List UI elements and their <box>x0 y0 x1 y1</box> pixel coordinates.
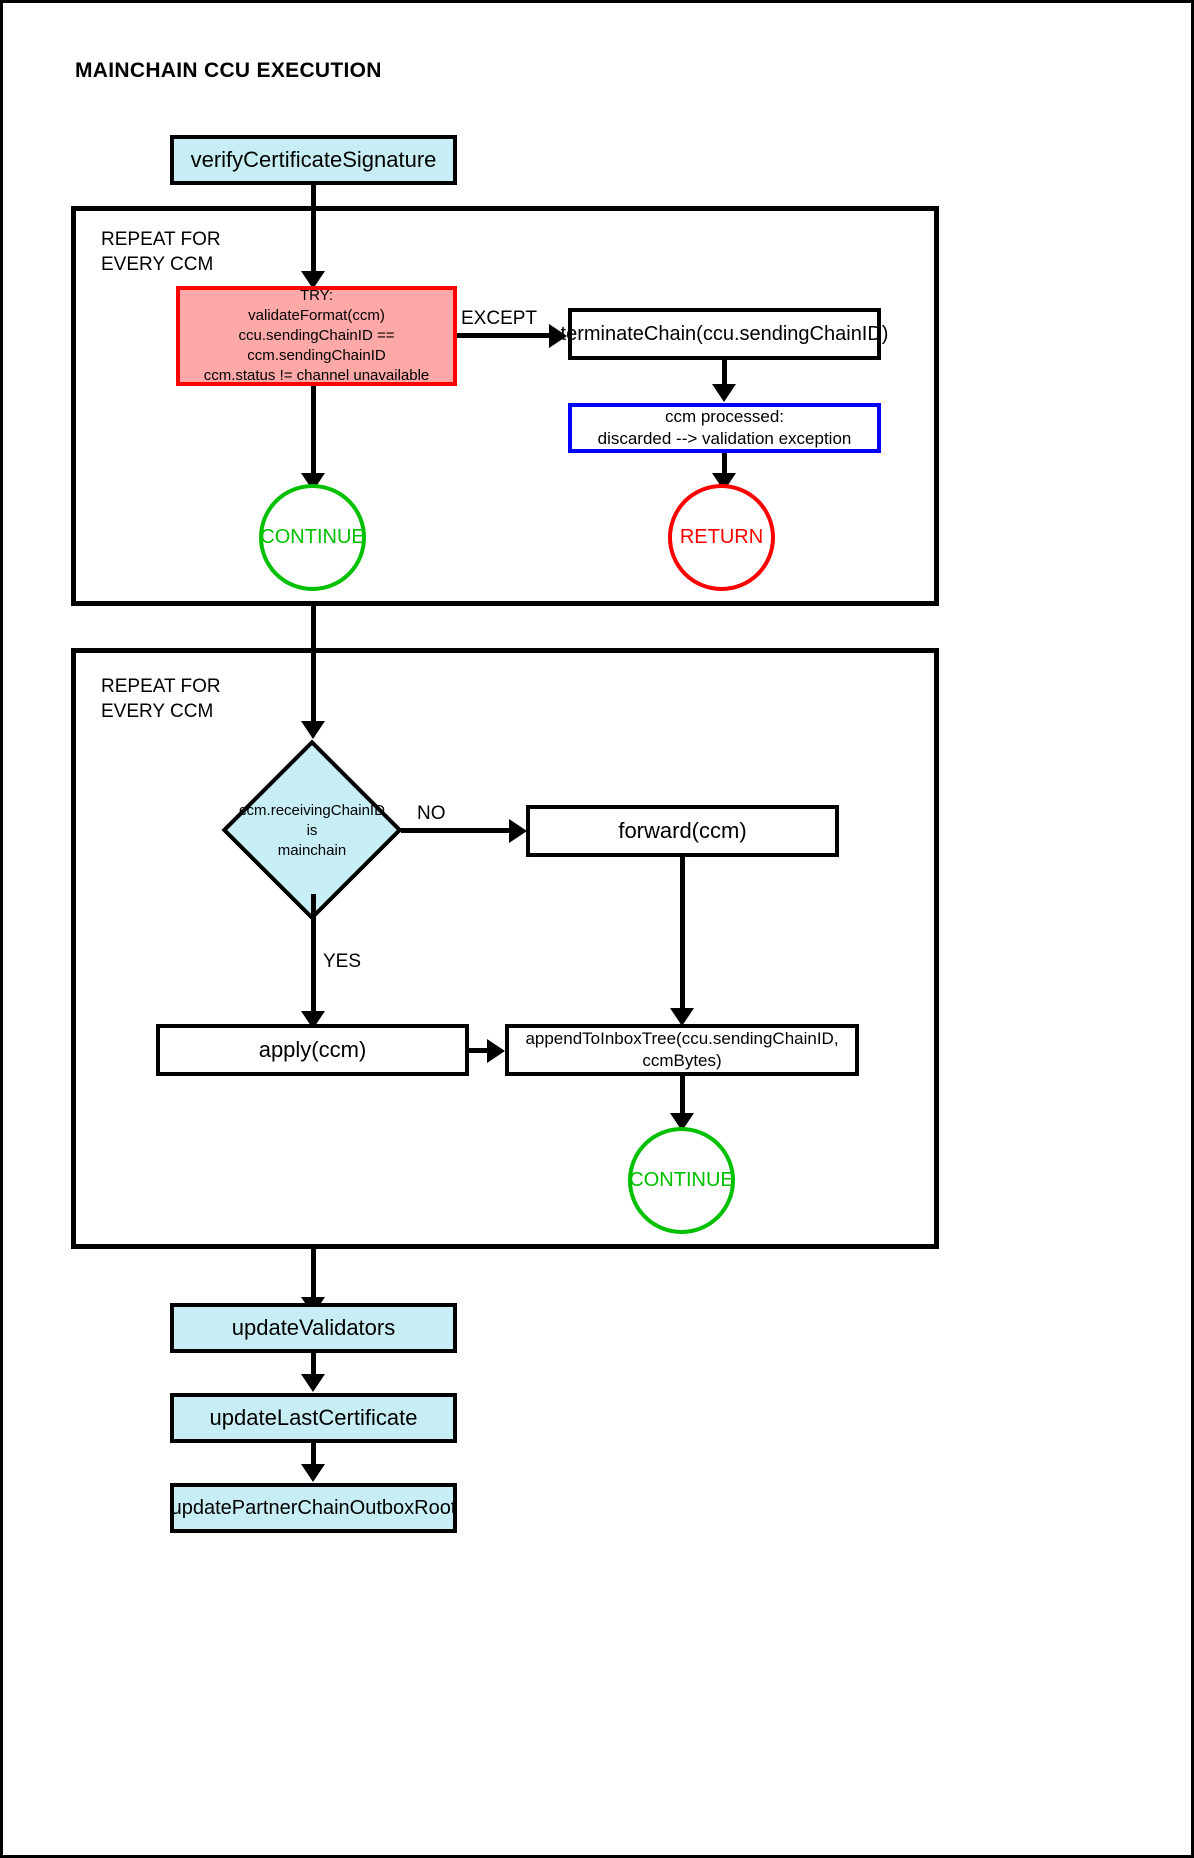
node-continue-terminal-1[interactable]: CONTINUE <box>259 484 366 591</box>
group-label-1: REPEAT FOR EVERY CCM <box>101 229 221 275</box>
node-update-last-certificate[interactable]: updateLastCertificate <box>170 1393 457 1443</box>
edge-label-no: NO <box>417 803 446 824</box>
node-label: RETURN <box>679 526 764 548</box>
edge-label-except: EXCEPT <box>461 308 538 329</box>
node-forward-ccm[interactable]: forward(ccm) <box>526 805 839 857</box>
node-apply-ccm[interactable]: apply(ccm) <box>156 1024 469 1076</box>
flowchart-canvas: MAINCHAIN CCU EXECUTION verifyCertificat… <box>0 0 1194 1858</box>
edge-try-to-continue-1 <box>311 386 316 478</box>
node-append-to-inbox-tree[interactable]: appendToInboxTree(ccu.sendingChainID, cc… <box>505 1024 859 1076</box>
node-label: forward(ccm) <box>618 818 747 843</box>
arrowhead-terminate-to-ccm-processed <box>712 384 736 402</box>
edge-terminate-to-ccm-processed <box>722 360 727 386</box>
node-try-validate-format[interactable]: TRY: validateFormat(ccm) ccu.sendingChai… <box>176 286 457 386</box>
edge-try-to-terminate <box>457 333 555 338</box>
node-label: verifyCertificateSignature <box>190 147 437 172</box>
node-ccm-processed[interactable]: ccm processed: discarded --> validation … <box>568 403 881 453</box>
node-label: TRY: validateFormat(ccm) ccu.sendingChai… <box>203 287 430 384</box>
node-continue-terminal-2[interactable]: CONTINUE <box>628 1127 735 1234</box>
group-label-2: REPEAT FOR EVERY CCM <box>101 676 221 722</box>
node-label: terminateChain(ccu.sendingChainID) <box>560 322 889 345</box>
node-update-partner-chain-outbox-root[interactable]: updatePartnerChainOutboxRoot <box>170 1483 457 1533</box>
node-update-validators[interactable]: updateValidators <box>170 1303 457 1353</box>
node-verify-certificate-signature[interactable]: verifyCertificateSignature <box>170 135 457 185</box>
edge-forward-to-append <box>680 857 685 1015</box>
node-label: updateLastCertificate <box>209 1405 418 1430</box>
edge-decision-no-to-forward <box>401 828 515 833</box>
arrowhead-decision-no-to-forward <box>509 819 527 843</box>
edge-group2-to-update-validators <box>311 1249 316 1303</box>
group-repeat-every-ccm-2 <box>71 648 939 1249</box>
edge-label-yes: YES <box>323 951 362 972</box>
node-label: ccm processed: discarded --> validation … <box>597 407 852 448</box>
arrowhead-apply-to-append <box>487 1039 505 1063</box>
arrowhead-update-validators-to-update-last-certificate <box>301 1374 325 1392</box>
node-label: apply(ccm) <box>258 1037 367 1062</box>
node-label: CONTINUE <box>260 526 365 548</box>
node-label: ccm.receivingChainID is mainchain <box>239 801 385 859</box>
node-terminate-chain[interactable]: terminateChain(ccu.sendingChainID) <box>561 308 888 360</box>
edge-append-to-continue-2 <box>680 1076 685 1118</box>
decision-label-wrap: ccm.receivingChainID is mainchain <box>221 793 403 868</box>
arrowhead-update-last-certificate-to-update-partner <box>301 1464 325 1482</box>
node-label: updateValidators <box>231 1315 396 1340</box>
node-return-terminal[interactable]: RETURN <box>668 484 775 591</box>
edge-decision-yes-to-apply <box>311 894 316 1022</box>
node-label: CONTINUE <box>629 1169 734 1191</box>
diagram-title: MAINCHAIN CCU EXECUTION <box>75 59 382 82</box>
node-label: updatePartnerChainOutboxRoot <box>170 1496 457 1519</box>
node-label: appendToInboxTree(ccu.sendingChainID, cc… <box>525 1029 839 1070</box>
